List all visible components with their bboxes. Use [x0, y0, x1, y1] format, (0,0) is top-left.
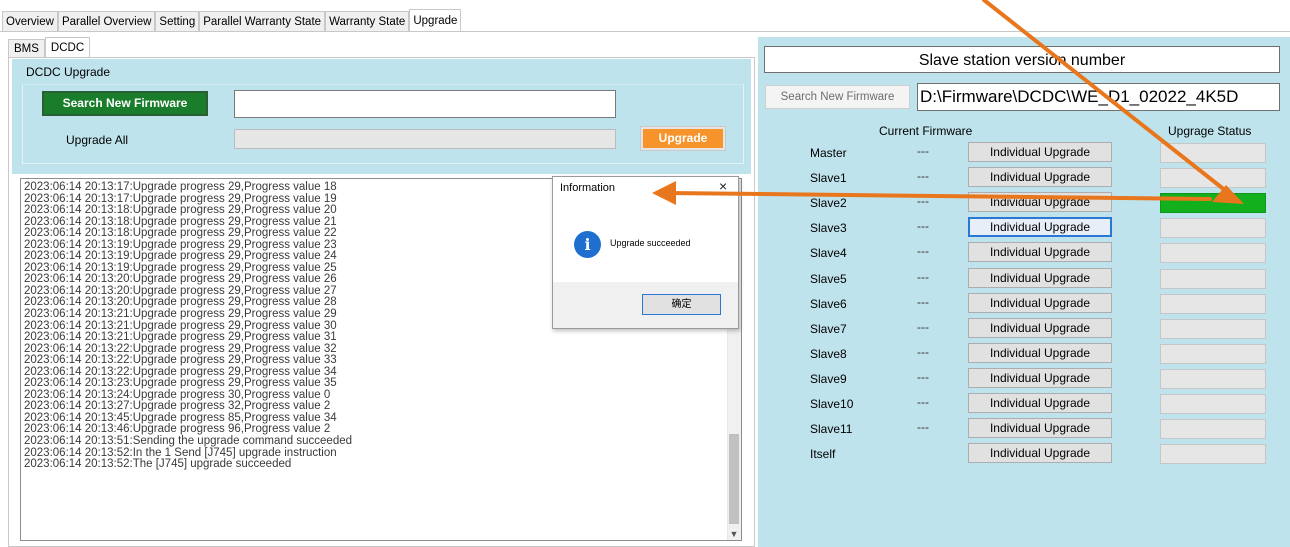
upgrade-status-indicator	[1160, 168, 1266, 188]
firmware-path-field[interactable]	[234, 90, 616, 118]
upgrade-status-indicator	[1160, 243, 1266, 263]
tab-divider	[0, 31, 1290, 32]
row-current-firmware: ---	[917, 420, 929, 434]
row-label: Slave11	[810, 422, 853, 436]
upgrade-status-indicator	[1160, 319, 1266, 339]
slave-firmware-path-field[interactable]: D:\Firmware\DCDC\WE_D1_02022_4K5D	[917, 83, 1280, 111]
search-new-firmware-button[interactable]: Search New Firmware	[42, 91, 208, 116]
upgrade-status-indicator	[1160, 394, 1266, 414]
individual-upgrade-button[interactable]: Individual Upgrade	[968, 268, 1112, 288]
tab-setting[interactable]: Setting	[155, 11, 200, 32]
row-current-firmware: ---	[917, 370, 929, 384]
row-label: Slave2	[810, 196, 847, 210]
slave-version-panel	[758, 37, 1290, 547]
scroll-down-icon[interactable]: ▼	[728, 528, 740, 540]
sub-tab-bar: BMS DCDC	[8, 37, 91, 58]
row-current-firmware: ---	[917, 320, 929, 334]
row-label: Slave1	[810, 171, 847, 185]
row-label: Slave5	[810, 272, 847, 286]
tab-overview[interactable]: Overview	[2, 11, 58, 32]
upgrade-status-indicator	[1160, 294, 1266, 314]
row-label: Slave10	[810, 397, 854, 411]
upgrade-status-indicator	[1160, 218, 1266, 238]
individual-upgrade-button[interactable]: Individual Upgrade	[968, 217, 1112, 237]
tab-bms[interactable]: BMS	[8, 39, 45, 58]
row-current-firmware: ---	[917, 395, 929, 409]
tab-dcdc[interactable]: DCDC	[44, 37, 91, 58]
individual-upgrade-button[interactable]: Individual Upgrade	[968, 142, 1112, 162]
upgrade-all-progress-bar	[234, 129, 616, 149]
slave-version-title: Slave station version number	[764, 46, 1280, 73]
individual-upgrade-button[interactable]: Individual Upgrade	[968, 242, 1112, 262]
row-label: Slave7	[810, 322, 847, 336]
individual-upgrade-button[interactable]: Individual Upgrade	[968, 418, 1112, 438]
tab-warranty-state[interactable]: Warranty State	[325, 11, 410, 32]
row-label: Slave8	[810, 347, 847, 361]
search-new-firmware-button-secondary[interactable]: Search New Firmware	[765, 85, 910, 109]
row-current-firmware: ---	[917, 144, 929, 158]
row-current-firmware: ---	[917, 194, 929, 208]
group-label: DCDC Upgrade	[26, 65, 111, 79]
ok-button[interactable]: 确定	[642, 294, 721, 315]
individual-upgrade-button[interactable]: Individual Upgrade	[968, 192, 1112, 212]
tab-parallel-warranty-state[interactable]: Parallel Warranty State	[199, 11, 326, 32]
log-scroll-thumb[interactable]	[729, 434, 739, 524]
upgrade-status-indicator	[1160, 369, 1266, 389]
individual-upgrade-button[interactable]: Individual Upgrade	[968, 343, 1112, 363]
row-label: Slave4	[810, 246, 847, 260]
row-label: Master	[810, 146, 847, 160]
upgrade-status-indicator	[1160, 344, 1266, 364]
individual-upgrade-button[interactable]: Individual Upgrade	[968, 318, 1112, 338]
tab-parallel-overview[interactable]: Parallel Overview	[57, 11, 156, 32]
upgrade-status-indicator	[1160, 419, 1266, 439]
close-icon[interactable]: ×	[719, 178, 727, 194]
tab-upgrade[interactable]: Upgrade	[409, 9, 462, 32]
current-firmware-header: Current Firmware	[879, 124, 973, 138]
dialog-title: Information	[560, 182, 616, 194]
row-current-firmware: ---	[917, 169, 929, 183]
row-label: Itself	[810, 447, 836, 461]
upgrade-status-indicator	[1160, 143, 1266, 163]
individual-upgrade-button[interactable]: Individual Upgrade	[968, 443, 1112, 463]
individual-upgrade-button[interactable]: Individual Upgrade	[968, 167, 1112, 187]
row-current-firmware: ---	[917, 345, 929, 359]
upgrade-status-indicator	[1160, 444, 1266, 464]
individual-upgrade-button[interactable]: Individual Upgrade	[968, 393, 1112, 413]
log-line: 2023:06:14 20:13:51:Sending the upgrade …	[24, 435, 353, 448]
row-current-firmware: ---	[917, 244, 929, 258]
row-label: Slave6	[810, 297, 847, 311]
dialog-message: Upgrade succeeded	[610, 238, 691, 248]
upgrade-all-label: Upgrade All	[66, 133, 129, 147]
upgrade-status-header: Upgrage Status	[1168, 124, 1252, 138]
row-current-firmware: ---	[917, 295, 929, 309]
upgrade-button[interactable]: Upgrade	[640, 126, 726, 151]
row-label: Slave3	[810, 221, 847, 235]
row-current-firmware: ---	[917, 270, 929, 284]
row-label: Slave9	[810, 372, 847, 386]
upgrade-status-indicator	[1160, 193, 1266, 213]
info-icon: i	[574, 231, 601, 258]
individual-upgrade-button[interactable]: Individual Upgrade	[968, 293, 1112, 313]
upgrade-status-indicator	[1160, 269, 1266, 289]
row-current-firmware: ---	[917, 219, 929, 233]
log-line: 2023:06:14 20:13:21:Upgrade progress 29,…	[24, 331, 337, 344]
log-line: 2023:06:14 20:13:52:The [J745] upgrade s…	[24, 458, 292, 471]
main-tab-bar: Overview Parallel Overview Setting Paral…	[2, 9, 462, 32]
individual-upgrade-button[interactable]: Individual Upgrade	[968, 368, 1112, 388]
